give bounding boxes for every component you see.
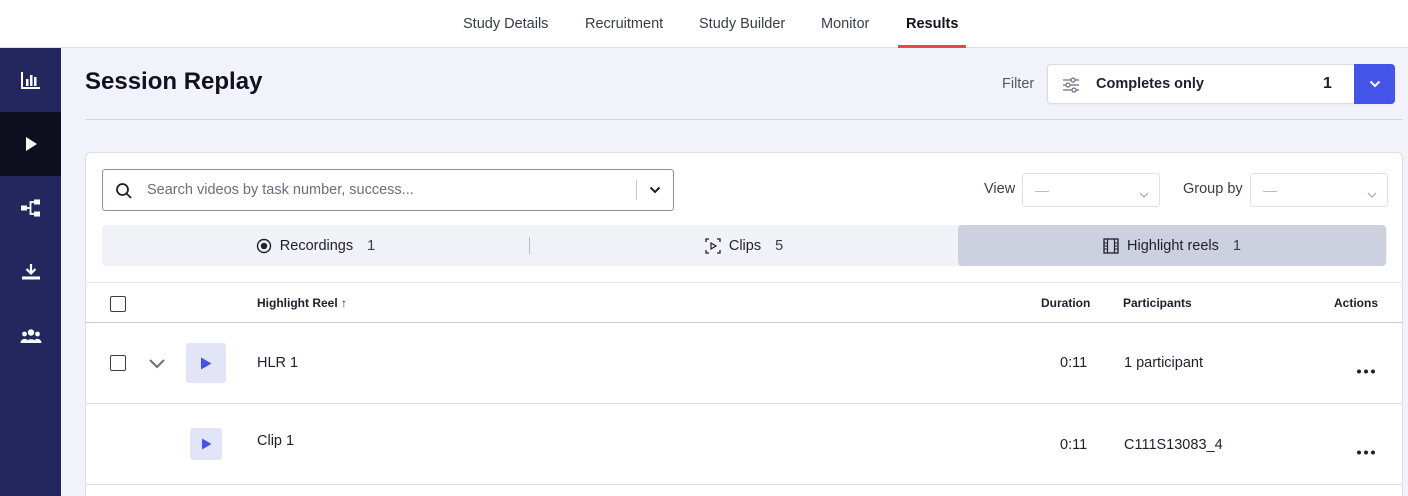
tab-study-details[interactable]: Study Details — [463, 0, 548, 48]
search-divider — [636, 180, 637, 200]
recordings-card: View — Group by — Recordings 1 Clips — [85, 152, 1403, 496]
filter-select[interactable]: Completes only 1 — [1047, 64, 1395, 104]
row-checkbox[interactable] — [110, 355, 126, 371]
tab-recruitment[interactable]: Recruitment — [585, 0, 663, 48]
more-actions-icon[interactable] — [1356, 442, 1376, 460]
bar-chart-icon — [20, 72, 40, 89]
sidebar-item-flows[interactable] — [0, 176, 61, 240]
group-by-select[interactable]: — — [1250, 173, 1388, 207]
film-icon — [1103, 237, 1119, 254]
play-clip-button[interactable] — [190, 428, 222, 460]
expand-chevron-icon[interactable] — [148, 357, 166, 375]
header-divider — [85, 119, 1403, 120]
chevron-down-icon — [1369, 80, 1380, 88]
play-icon — [25, 137, 37, 151]
tab-clips[interactable]: Clips 5 — [530, 225, 958, 266]
view-select[interactable]: — — [1022, 173, 1160, 207]
filter-dropdown-button[interactable] — [1354, 64, 1395, 104]
table-header: Highlight Reel ↑ Duration Participants A… — [86, 282, 1402, 323]
reel-duration: 0:11 — [1060, 355, 1088, 371]
table-row[interactable]: HLR 1 0:11 1 participant — [86, 323, 1402, 404]
select-all-checkbox[interactable] — [110, 296, 126, 312]
column-header-participants[interactable]: Participants — [1123, 296, 1192, 310]
flow-icon — [20, 199, 40, 217]
sliders-icon — [1062, 76, 1080, 99]
sort-ascending-icon: ↑ — [341, 296, 348, 310]
chevron-down-icon — [649, 186, 661, 194]
top-navigation: Study Details Recruitment Study Builder … — [0, 0, 1408, 48]
clip-name[interactable]: Clip 1 — [257, 433, 294, 449]
play-reel-button[interactable] — [186, 343, 226, 383]
view-label: View — [984, 181, 1016, 197]
tab-results[interactable]: Results — [897, 0, 967, 48]
tab-monitor[interactable]: Monitor — [821, 0, 869, 48]
search-icon — [115, 182, 133, 205]
download-icon — [21, 264, 40, 280]
filter-count: 1 — [1323, 75, 1332, 92]
play-icon — [201, 438, 211, 450]
page-title: Session Replay — [85, 68, 263, 95]
tab-recordings-count: 1 — [367, 237, 376, 254]
group-by-value: — — [1263, 182, 1277, 198]
clip-icon — [705, 237, 721, 254]
sidebar-item-session-replay[interactable] — [0, 112, 61, 176]
column-header-name[interactable]: Highlight Reel ↑ — [257, 296, 347, 310]
search-input[interactable] — [147, 182, 627, 198]
tab-clips-label: Clips — [728, 237, 762, 254]
sidebar-item-participants[interactable] — [0, 304, 61, 368]
more-actions-icon[interactable] — [1356, 361, 1376, 379]
tab-highlight-reels-label: Highlight reels — [1127, 237, 1219, 254]
sidebar-item-export[interactable] — [0, 240, 61, 304]
reel-name[interactable]: HLR 1 — [257, 355, 298, 371]
chevron-down-icon — [1139, 186, 1149, 204]
tab-study-builder[interactable]: Study Builder — [699, 0, 785, 48]
reel-participants: 1 participant — [1124, 355, 1203, 371]
clip-participant-id: C111S13083_4 — [1124, 437, 1223, 453]
view-value: — — [1035, 182, 1049, 198]
search-box — [102, 169, 674, 211]
clip-duration: 0:11 — [1060, 437, 1088, 453]
sidebar — [0, 48, 61, 496]
tab-recordings-label: Recordings — [279, 237, 354, 254]
column-header-name-label: Highlight Reel — [257, 296, 338, 310]
play-icon — [201, 357, 212, 369]
filter-value: Completes only — [1096, 76, 1204, 92]
tab-highlight-reels-count: 1 — [1232, 237, 1241, 254]
tab-clips-count: 5 — [775, 237, 784, 254]
media-type-tabs: Recordings 1 Clips 5 Highlight reels 1 — [102, 225, 1387, 266]
sidebar-item-analytics[interactable] — [0, 48, 61, 112]
column-header-actions: Actions — [1334, 296, 1379, 310]
filter-label: Filter — [1002, 76, 1035, 92]
participants-icon — [20, 329, 41, 343]
table-row[interactable]: Clip 1 0:11 C111S13083_4 — [86, 404, 1402, 485]
group-by-label: Group by — [1183, 181, 1243, 197]
search-options-button[interactable] — [643, 180, 667, 200]
column-header-duration[interactable]: Duration — [1041, 296, 1090, 310]
chevron-down-icon — [1367, 186, 1377, 204]
tab-recordings[interactable]: Recordings 1 — [102, 225, 529, 266]
tab-highlight-reels[interactable]: Highlight reels 1 — [958, 225, 1386, 266]
record-icon — [256, 238, 271, 253]
